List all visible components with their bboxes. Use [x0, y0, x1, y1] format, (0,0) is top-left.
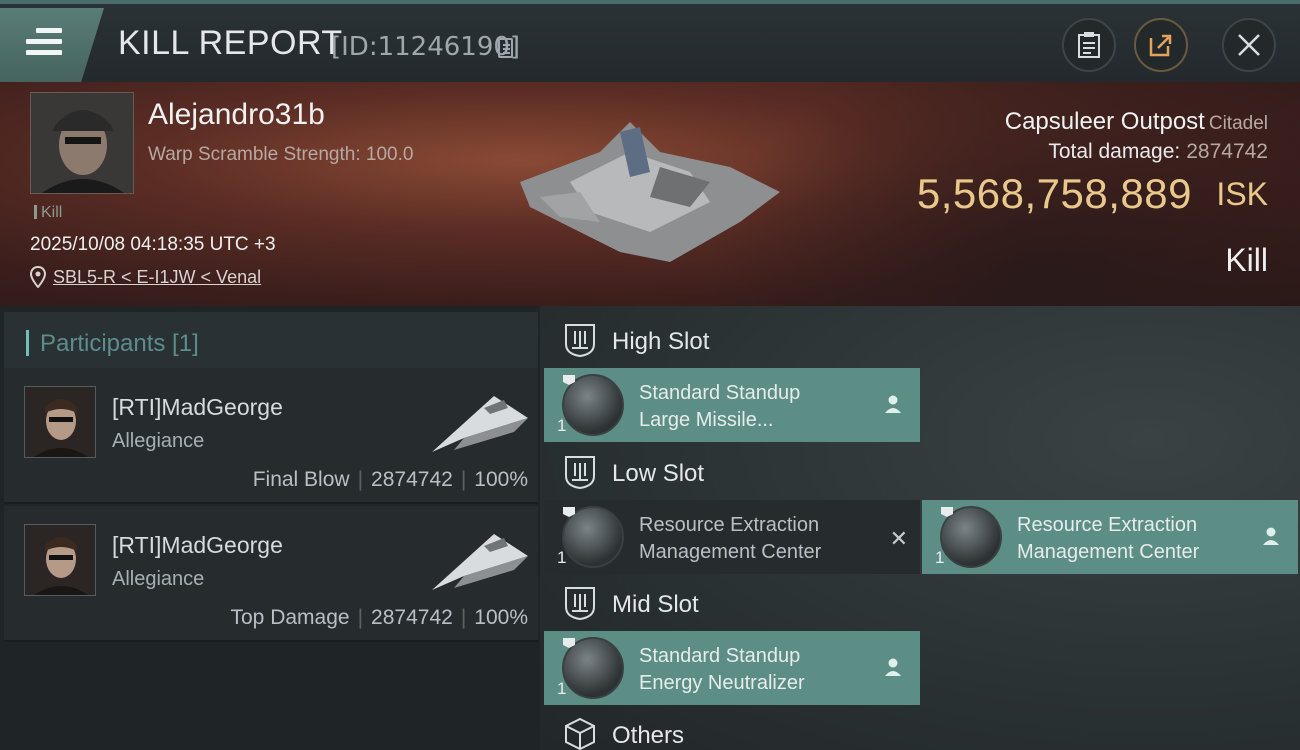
ship-icon [432, 396, 528, 452]
participant-percent: 100% [474, 468, 528, 491]
victim-subtitle: Warp Scramble Strength: 100.0 [148, 144, 414, 165]
module-name: Standard Standup Large Missile... [639, 382, 801, 431]
victim-name[interactable]: Alejandro31b [148, 98, 325, 132]
module-name: Resource Extraction Management Center [639, 514, 822, 563]
participants-title: Participants [1] [40, 330, 199, 357]
kill-tag: Kill [34, 204, 62, 222]
menu-button[interactable] [0, 8, 104, 82]
avatar[interactable] [24, 524, 96, 596]
total-damage-label: Total damage: [1048, 140, 1181, 163]
person-icon [885, 395, 901, 413]
cube-icon [565, 717, 595, 750]
share-button[interactable] [1134, 18, 1188, 72]
close-icon [1238, 34, 1260, 56]
participants-header: Participants [1] [4, 312, 538, 370]
high-slot-label: High Slot [612, 328, 710, 355]
person-icon [1263, 527, 1279, 545]
slot-tag-icon [941, 507, 953, 517]
module-item[interactable]: 1 Resource Extraction Management Center [922, 500, 1298, 574]
participant-name[interactable]: [RTI]MadGeorge [112, 532, 283, 559]
total-damage-value: 2874742 [1186, 140, 1268, 163]
others-header: Others [544, 704, 1300, 750]
victim-banner: Alejandro31b Warp Scramble Strength: 100… [0, 82, 1300, 306]
top-bar: KILL REPORT [ID:11246190] [0, 0, 1300, 82]
pin-icon [30, 266, 46, 288]
report-id: [ID:11246190] [331, 32, 521, 62]
participant-damage: 2874742 [371, 468, 453, 491]
module-item[interactable]: 1 Standard Standup Energy Neutralizer [544, 631, 920, 705]
person-icon [885, 658, 901, 676]
participant-stats: Final Blow | 2874742 | 100% [252, 468, 528, 491]
result-label: Kill [1225, 242, 1268, 278]
high-slot-header: High Slot [544, 310, 1300, 372]
share-icon [1149, 34, 1172, 57]
participant-percent: 100% [474, 606, 528, 629]
participant-name[interactable]: [RTI]MadGeorge [112, 394, 283, 421]
module-name: Resource Extraction Management Center [1017, 514, 1200, 563]
participant-ship: Allegiance [112, 430, 205, 452]
slot-tag-icon [563, 507, 575, 517]
ship-icon [432, 534, 528, 590]
isk-label: ISK [1216, 176, 1268, 212]
module-item[interactable]: 1 Standard Standup Large Missile... [544, 368, 920, 442]
mid-slot-label: Mid Slot [612, 591, 699, 618]
participant-stats: Top Damage | 2874742 | 100% [230, 606, 529, 629]
structure-class: Citadel [1208, 113, 1268, 134]
participant-role: Top Damage [230, 606, 350, 629]
close-button[interactable] [1222, 18, 1276, 72]
slot-icon [565, 456, 595, 490]
structure-type: Capsuleer Outpost [1004, 108, 1205, 135]
participant-damage: 2874742 [371, 606, 453, 629]
low-slot-header: Low Slot [544, 442, 1300, 504]
x-icon: ✕ [889, 526, 908, 551]
module-quantity: 1 [557, 548, 567, 567]
participants-panel: Participants [1] [RTI]MadGeorge Allegian… [0, 306, 540, 750]
participant-ship: Allegiance [112, 568, 205, 590]
low-slot-label: Low Slot [612, 460, 705, 487]
module-quantity: 1 [557, 679, 567, 698]
structure-name: Capsuleer Outpost Citadel [1005, 108, 1268, 136]
slot-icon [565, 324, 595, 358]
module-item[interactable]: 1 Resource Extraction Management Center … [544, 500, 920, 574]
total-damage: Total damage: 2874742 [1048, 140, 1268, 164]
module-quantity: 1 [935, 548, 945, 567]
victim-portrait[interactable] [30, 92, 134, 194]
slot-icon [565, 587, 595, 621]
module-name: Standard Standup Energy Neutralizer [639, 645, 805, 694]
timestamp: 2025/10/08 04:18:35 UTC +3 [30, 234, 276, 255]
participant-card[interactable]: [RTI]MadGeorge Allegiance Final Blow | 287… [4, 368, 538, 504]
page-title: KILL REPORT [118, 24, 343, 62]
avatar[interactable] [24, 386, 96, 458]
module-quantity: 1 [557, 416, 567, 435]
participant-card[interactable]: [RTI]MadGeorge Allegiance Top Damage | 287… [4, 506, 538, 642]
location-link[interactable]: SBL5-R < E-I1JW < Venal [53, 267, 261, 288]
slot-tag-icon [563, 375, 575, 385]
copy-icon[interactable] [498, 38, 513, 58]
fitting-panel: High Slot 1 Standard Standup Large Missi… [540, 306, 1300, 750]
structure-image [520, 122, 780, 262]
clipboard-icon [1078, 32, 1100, 58]
slot-tag-icon [563, 638, 575, 648]
hamburger-icon [26, 28, 62, 61]
mid-slot-header: Mid Slot [544, 573, 1300, 635]
others-label: Others [612, 722, 685, 749]
clipboard-button[interactable] [1062, 18, 1116, 72]
participant-role: Final Blow [252, 468, 350, 491]
isk-value: 5,568,758,889 [916, 170, 1192, 217]
